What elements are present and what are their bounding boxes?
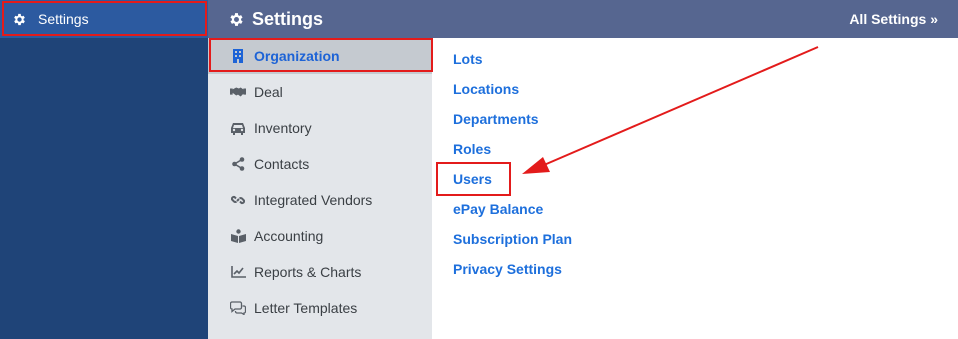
all-settings-link[interactable]: All Settings » [849, 11, 938, 27]
category-item-integrated-vendors[interactable]: Integrated Vendors [208, 182, 432, 218]
link-roles[interactable]: Roles [453, 141, 491, 157]
category-label: Inventory [254, 120, 312, 136]
category-item-reports-charts[interactable]: Reports & Charts [208, 254, 432, 290]
settings-header: Settings All Settings » [208, 0, 958, 38]
category-label: Deal [254, 84, 283, 100]
gear-icon [228, 10, 246, 28]
app-sidebar: Settings [0, 0, 208, 339]
chart-line-icon [230, 264, 246, 280]
link-epay-balance[interactable]: ePay Balance [453, 201, 543, 217]
highlight-organization-annotation [209, 38, 433, 72]
comments-icon [230, 300, 246, 316]
category-label: Contacts [254, 156, 310, 172]
highlight-users-annotation [436, 162, 511, 196]
handshake-icon [230, 84, 246, 100]
link-subscription-plan[interactable]: Subscription Plan [453, 231, 572, 247]
category-label: Reports & Charts [254, 264, 362, 280]
category-label: Letter Templates [254, 300, 358, 316]
category-item-letter-templates[interactable]: Letter Templates [208, 290, 432, 326]
link-icon [230, 192, 246, 208]
book-icon [230, 228, 246, 244]
highlight-settings-annotation [2, 1, 207, 36]
category-item-deal[interactable]: Deal [208, 74, 432, 110]
share-icon [230, 156, 246, 172]
link-locations[interactable]: Locations [453, 81, 519, 97]
category-label: Integrated Vendors [254, 192, 373, 208]
car-icon [230, 120, 246, 136]
category-item-contacts[interactable]: Contacts [208, 146, 432, 182]
settings-category-menu: Organization Deal Inventory Contacts Int… [208, 38, 432, 339]
link-departments[interactable]: Departments [453, 111, 539, 127]
category-label: Accounting [254, 228, 324, 244]
category-item-accounting[interactable]: Accounting [208, 218, 432, 254]
category-item-inventory[interactable]: Inventory [208, 110, 432, 146]
page-title: Settings [252, 8, 324, 29]
link-lots[interactable]: Lots [453, 51, 483, 67]
link-privacy-settings[interactable]: Privacy Settings [453, 261, 562, 277]
